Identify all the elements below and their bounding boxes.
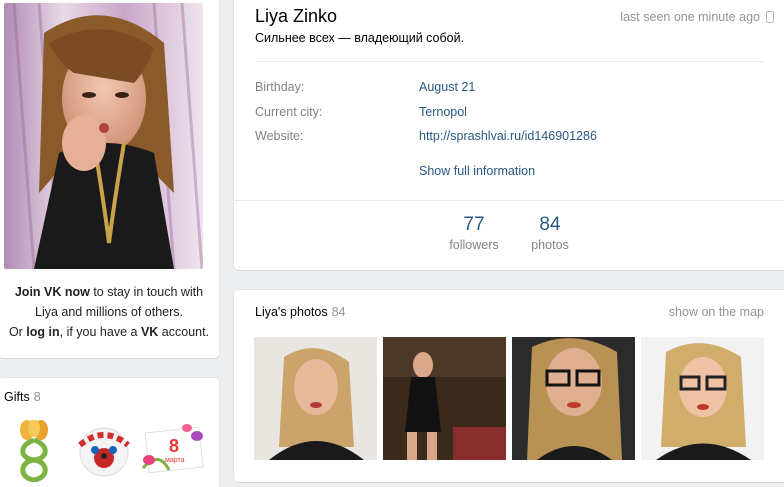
website-link[interactable]: http://sprashlvai.ru/id146901286	[419, 129, 597, 143]
photos-label: photos	[531, 238, 569, 252]
gift-flower-eight[interactable]	[11, 419, 71, 483]
photo-thumbnail[interactable]	[254, 337, 377, 460]
photos-card: Liya's photos 84 show on the map	[234, 290, 784, 482]
join-link[interactable]: Join VK now	[15, 285, 90, 299]
divider	[234, 200, 784, 201]
profile-card: Liya Zinko last seen one minute ago Силь…	[234, 0, 784, 270]
gift-march-8-number: 8	[169, 436, 179, 456]
birthday-value[interactable]: August 21	[419, 80, 475, 94]
photo-thumbnail[interactable]	[641, 337, 764, 460]
gift-march-8[interactable]: 8 марта	[139, 420, 209, 482]
login-link[interactable]: log in	[26, 325, 59, 339]
followers-label: followers	[449, 238, 499, 252]
profile-photo[interactable]	[4, 3, 203, 269]
profile-name: Liya Zinko	[255, 6, 338, 26]
gift-bear[interactable]	[75, 420, 135, 482]
photos-stat[interactable]: 84 photos	[520, 214, 580, 252]
show-on-map-link[interactable]: show on the map	[669, 305, 764, 319]
city-label: Current city:	[255, 105, 323, 119]
photos-header[interactable]: Liya's photos 84	[255, 305, 345, 319]
website-label: Website:	[255, 129, 304, 143]
photo-thumbnail[interactable]	[512, 337, 635, 460]
gifts-card: Gifts 8 8 марта	[0, 378, 219, 487]
photos-count: 84	[539, 214, 561, 235]
last-seen-text: last seen one minute ago	[620, 10, 760, 24]
show-full-info-link[interactable]: Show full information	[419, 164, 535, 178]
birthday-label: Birthday:	[255, 80, 305, 94]
gift-march-8-caption: марта	[165, 457, 185, 464]
join-prompt: Join VK now to stay in touch with Liya a…	[8, 285, 210, 339]
avatar-card: Join VK now to stay in touch with Liya a…	[0, 0, 219, 358]
gifts-header[interactable]: Gifts 8	[4, 390, 41, 404]
phone-icon	[766, 11, 774, 23]
divider	[255, 61, 764, 62]
city-value[interactable]: Ternopol	[419, 105, 467, 119]
profile-status: Сильнее всех — владеющий собой.	[255, 31, 465, 45]
followers-count: 77	[463, 214, 485, 235]
followers-stat[interactable]: 77 followers	[444, 214, 504, 252]
photo-thumbnail[interactable]	[383, 337, 506, 460]
